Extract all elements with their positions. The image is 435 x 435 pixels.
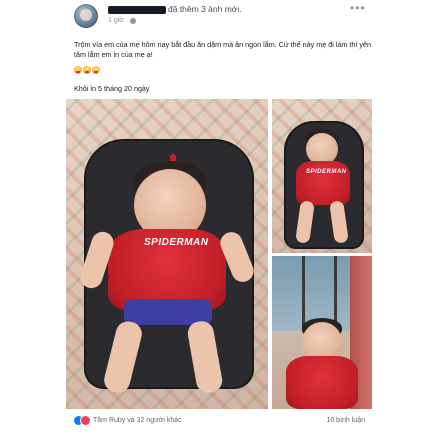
post-subcaption: Khôi ỉn 5 tháng 20 ngày xyxy=(74,84,150,93)
smile-emoji-icon xyxy=(83,66,91,74)
comments-count[interactable]: 10 bình luận xyxy=(326,417,365,424)
post-action-text: đã thêm 3 ảnh mới. xyxy=(168,4,242,14)
author-avatar[interactable] xyxy=(74,4,98,28)
photo-top-right[interactable]: SPIDERMAN xyxy=(272,99,372,253)
shirt-print: SPIDERMAN xyxy=(144,237,209,248)
globe-icon xyxy=(130,17,137,24)
reactors-text[interactable]: Tâm Ruby và 32 người khác xyxy=(93,417,182,424)
baby-shirt xyxy=(286,356,358,409)
baby-shirt xyxy=(296,161,350,205)
shirt-print: SPIDERMAN xyxy=(306,169,347,175)
smile-emoji-icon xyxy=(92,66,100,74)
smile-emoji-icon xyxy=(74,66,82,74)
facebook-post: đã thêm 3 ảnh mới. 1 giờ · ••• Trộm vía … xyxy=(0,0,435,435)
more-icon[interactable]: ••• xyxy=(350,2,366,14)
love-icon[interactable] xyxy=(81,416,90,425)
post-timestamp[interactable]: 1 giờ xyxy=(108,17,124,24)
photo-main[interactable]: SPIDERMAN xyxy=(66,99,268,409)
post-meta: 1 giờ · xyxy=(108,17,137,24)
author-name-redacted[interactable] xyxy=(108,6,166,14)
post-caption: Trộm vía em của mẹ hôm nay bắt đầu ăn dặ… xyxy=(74,40,371,59)
emoji-row xyxy=(74,66,100,74)
photo-bottom-right[interactable] xyxy=(272,256,372,409)
post-footer: Tâm Ruby và 32 người khác 10 bình luận xyxy=(74,416,365,428)
